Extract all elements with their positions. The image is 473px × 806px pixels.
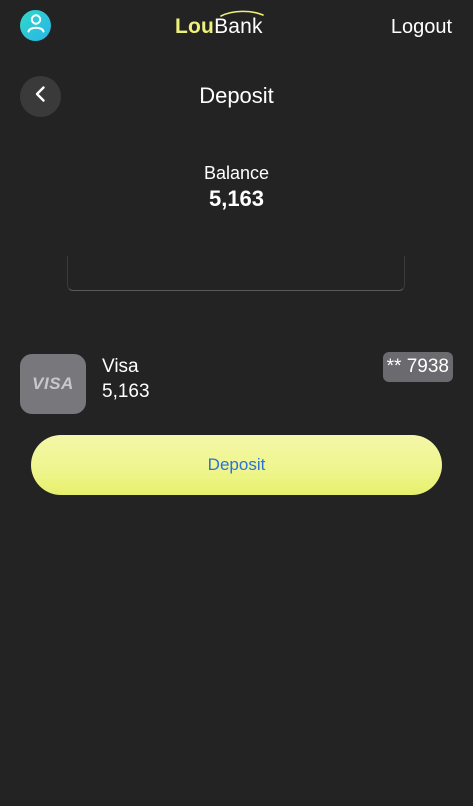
visa-logo-icon: VISA [20, 354, 86, 414]
card-number-badge: ** 7938 [382, 352, 453, 382]
logout-button[interactable]: Logout [391, 16, 452, 39]
card-name: Visa [102, 356, 139, 377]
brand-logo-bank: Bank [214, 15, 263, 38]
balance-label: Balance [203, 163, 270, 183]
amount-input[interactable] [67, 256, 405, 291]
visa-logo-text: VISA [32, 374, 74, 393]
profile-button[interactable] [20, 10, 51, 41]
card-balance: 5,163 [102, 381, 150, 402]
deposit-screen: LouBank Logout Deposit Balance 5,163 VIS… [0, 0, 473, 806]
brand-logo: LouBank [175, 10, 264, 42]
page-title: Deposit [199, 83, 274, 108]
user-icon [25, 12, 47, 39]
brand-logo-lou: Lou [175, 15, 215, 38]
deposit-button[interactable]: Deposit [31, 435, 442, 495]
payment-card[interactable]: VISA Visa 5,163 ** 7938 [20, 352, 453, 416]
balance-value: 5,163 [208, 186, 265, 211]
brand-swoosh-icon [220, 10, 264, 17]
